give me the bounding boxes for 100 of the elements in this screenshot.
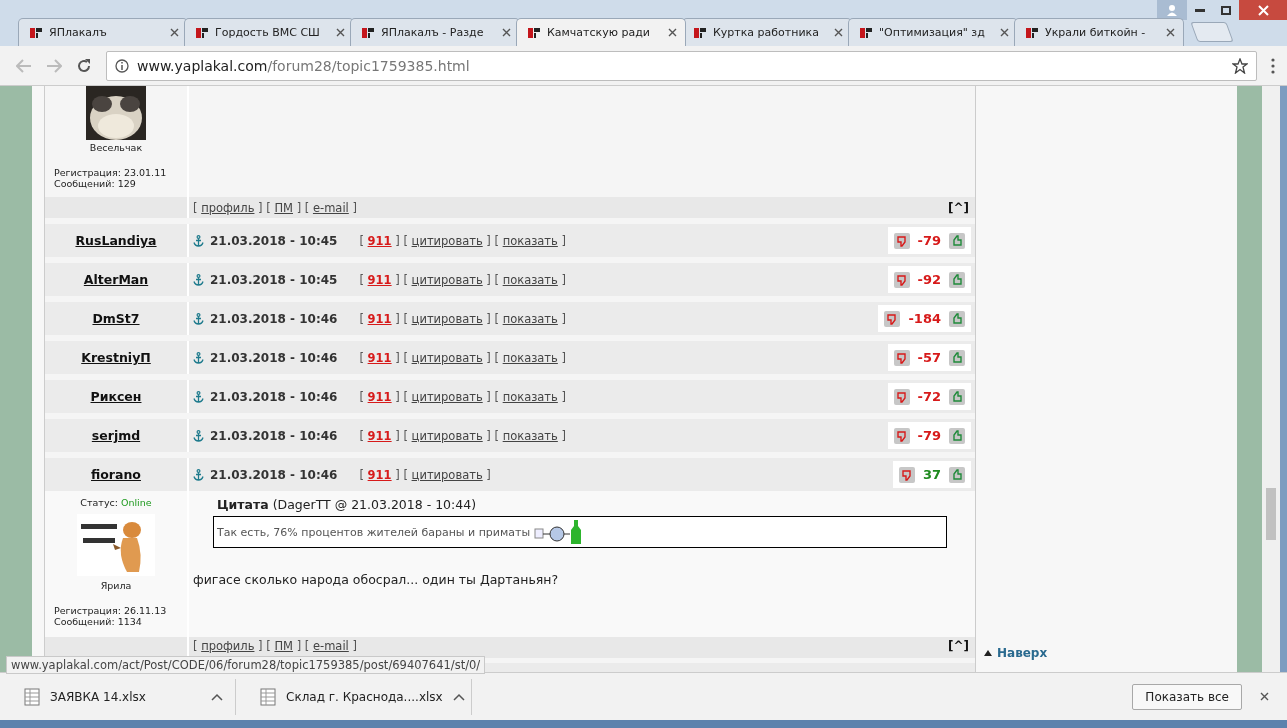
close-icon[interactable] [1166,28,1175,37]
post-action-link[interactable]: цитировать [411,272,483,287]
post-link[interactable]: профиль [201,200,255,215]
anchor-icon[interactable] [193,429,204,442]
post-actions: [ 911 ] [ цитировать ] [ показать ] [359,311,566,326]
info-icon[interactable] [115,58,129,73]
rating-value: -57 [917,350,941,365]
favicon-icon [1025,25,1039,40]
close-icon[interactable] [1000,28,1009,37]
scrollbar[interactable] [1262,86,1280,672]
post-author[interactable]: RusLandiya [75,233,157,248]
anchor-icon[interactable] [193,351,204,364]
to-top-link[interactable]: Наверх [984,646,1237,660]
caret-icon[interactable] [211,692,223,701]
post-action-link[interactable]: цитировать [411,467,483,482]
show-all-button[interactable]: Показать все [1132,683,1242,710]
post-date: 21.03.2018 - 10:45 [210,272,338,287]
download-item[interactable]: Склад г. Краснода....xlsx [236,678,472,715]
thumbs-down-icon[interactable] [893,427,910,444]
post-date: 21.03.2018 - 10:46 [210,467,338,482]
browser-tab[interactable]: Камчатскую ради [516,18,686,46]
spreadsheet-icon [24,687,40,706]
post-number-link[interactable]: 911 [367,467,392,482]
to-top-link[interactable]: [^] [947,200,969,215]
close-icon[interactable] [502,28,511,37]
post-number-link[interactable]: 911 [367,389,392,404]
post-action-link[interactable]: показать [502,233,558,248]
message-count: Сообщений: 129 [54,178,136,189]
caret-icon[interactable] [452,692,465,701]
close-icon[interactable] [834,28,843,37]
message-count: Сообщений: 1134 [54,616,142,627]
thumbs-up-icon[interactable] [949,232,965,249]
close-icon[interactable] [668,28,677,37]
thumbs-up-icon[interactable] [949,388,965,405]
thumbs-up-icon[interactable] [949,466,965,483]
post-actions: [ 911 ] [ цитировать ] [ показать ] [359,350,566,365]
menu-icon[interactable] [1271,57,1275,74]
thumbs-down-icon[interactable] [884,310,901,327]
close-icon[interactable] [336,28,345,37]
post-action-link[interactable]: цитировать [411,389,483,404]
favicon-icon [859,25,873,40]
user-icon [1166,4,1178,16]
post-author[interactable]: Риксен [90,389,142,404]
post-action-link[interactable]: показать [502,272,558,287]
post-action-link[interactable]: показать [502,389,558,404]
post-author[interactable]: fiorano [91,467,141,482]
address-bar[interactable]: www.yaplakal.com/forum28/topic1759385.html [106,50,1257,81]
post-number-link[interactable]: 911 [367,272,392,287]
download-item[interactable]: ЗАЯВКА 14.xlsx [0,678,236,715]
post-author[interactable]: DmSt7 [92,311,140,326]
post-action-link[interactable]: показать [502,350,558,365]
thumbs-down-icon[interactable] [893,232,910,249]
quote-title: Цитата (DagerTT @ 21.03.2018 - 10:44) [217,497,478,512]
post-author[interactable]: serjmd [91,428,141,443]
star-icon[interactable] [1232,57,1248,74]
post-link[interactable]: ПМ [274,200,293,215]
anchor-icon[interactable] [193,273,204,286]
post-number-link[interactable]: 911 [367,311,392,326]
thumbs-up-icon[interactable] [949,271,965,288]
post-link[interactable]: e-mail [312,200,349,215]
post-number-link[interactable]: 911 [367,350,392,365]
post-author[interactable]: AlterMan [83,272,149,287]
thumbs-down-icon[interactable] [893,388,910,405]
post-link[interactable]: ПМ [274,639,293,653]
post-link[interactable]: профиль [201,639,255,653]
post-number-link[interactable]: 911 [367,428,392,443]
close-window-button[interactable] [1239,0,1287,20]
anchor-icon[interactable] [193,312,204,325]
thumbs-up-icon[interactable] [949,427,965,444]
browser-tab[interactable]: Украли биткойн - [1014,18,1184,46]
username: Ярила [100,580,132,591]
post-actions: [ 911 ] [ цитировать ] [ показать ] [359,233,566,248]
rating-value: -79 [917,233,941,248]
rating-value: -72 [917,389,941,404]
thumbs-down-icon[interactable] [898,466,915,483]
post-action-link[interactable]: цитировать [411,428,483,443]
post-date: 21.03.2018 - 10:46 [210,428,338,443]
post-link[interactable]: e-mail [312,639,349,653]
post-action-link[interactable]: показать [502,428,558,443]
anchor-icon[interactable] [193,468,204,481]
rating-value: -92 [917,272,941,287]
close-icon[interactable] [170,28,179,37]
thumbs-up-icon[interactable] [949,349,965,366]
post-number-link[interactable]: 911 [367,233,392,248]
post-date: 21.03.2018 - 10:46 [210,311,338,326]
post-action-link[interactable]: цитировать [411,233,483,248]
anchor-icon[interactable] [193,390,204,403]
to-top-link[interactable]: [^] [947,639,969,653]
close-icon[interactable] [1260,692,1269,701]
post-author[interactable]: KrestniyП [81,350,151,365]
url-text: www.yaplakal.com/forum28/topic1759385.html [137,57,470,74]
favicon-icon [29,25,43,40]
thumbs-down-icon[interactable] [893,271,910,288]
post-action-link[interactable]: цитировать [411,311,483,326]
post-action-link[interactable]: цитировать [411,350,483,365]
anchor-icon[interactable] [193,234,204,247]
reload-icon[interactable] [76,57,92,74]
thumbs-up-icon[interactable] [949,310,965,327]
post-action-link[interactable]: показать [502,311,558,326]
thumbs-down-icon[interactable] [893,349,910,366]
